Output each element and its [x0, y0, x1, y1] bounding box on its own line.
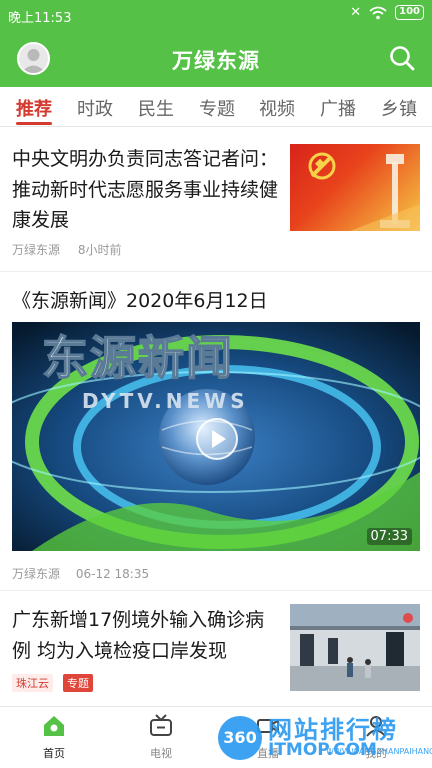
news-item[interactable]: 中央文明办负责同志答记者问：推动新时代志愿服务事业持续健康发展 万绿东源 8小时…	[0, 128, 432, 272]
tv-icon	[150, 714, 172, 736]
status-bar: 晚上11:53 ✕ 100	[0, 0, 432, 30]
tab-livelihood[interactable]: 民生	[138, 95, 174, 121]
category-tabs: 推荐 时政 民生 专题 视频 广播 乡镇	[0, 87, 432, 127]
active-tab-indicator	[16, 122, 52, 125]
nav-home[interactable]: 首页	[24, 713, 84, 761]
news-item-meta: 万绿东源 8小时前	[12, 241, 121, 258]
play-button[interactable]	[196, 418, 238, 460]
battery-indicator: 100	[395, 5, 424, 20]
tab-topics[interactable]: 专题	[199, 95, 235, 121]
status-icons: ✕ 100	[350, 5, 424, 20]
nav-tv-label: 电视	[150, 747, 172, 760]
watermark-url-text: WWW.WANGZHANPAIHANG	[326, 747, 432, 756]
news-item-time: 8小时前	[77, 243, 122, 257]
divider	[0, 590, 432, 591]
app-header: 万绿东源	[0, 30, 432, 87]
news-item-thumbnail[interactable]	[290, 144, 420, 231]
signal-off-icon: ✕	[350, 5, 362, 20]
news-item-title[interactable]: 广东新增17例境外输入确诊病例 均为入境检疫口岸发现	[12, 605, 278, 666]
tab-broadcast[interactable]: 广播	[320, 95, 356, 121]
video-overlay-subtitle: DYTV.NEWS	[82, 389, 249, 413]
watermark-badge: 360	[218, 716, 262, 760]
tab-video[interactable]: 视频	[259, 95, 295, 121]
watermark: 360 网站排行榜 ITMOP.COM WWW.WANGZHANPAIHANG	[218, 710, 432, 765]
video-item-title[interactable]: 《东源新闻》2020年6月12日	[12, 286, 268, 313]
tab-politics[interactable]: 时政	[77, 95, 113, 121]
news-feed[interactable]: 中央文明办负责同志答记者问：推动新时代志愿服务事业持续健康发展 万绿东源 8小时…	[0, 128, 432, 705]
video-overlay-title: 东源新闻	[42, 331, 234, 385]
news-item-thumbnail[interactable]	[290, 604, 420, 691]
home-icon	[44, 716, 64, 736]
nav-tv[interactable]: 电视	[131, 713, 191, 761]
video-item-source: 万绿东源	[12, 567, 61, 581]
status-time: 晚上11:53	[8, 11, 72, 26]
search-icon[interactable]	[388, 44, 416, 72]
airport-hall-image	[290, 604, 420, 691]
nav-home-label: 首页	[43, 747, 65, 760]
video-item-meta: 万绿东源 06-12 18:35	[12, 565, 149, 582]
news-item-tags: 珠江云 专题	[12, 674, 93, 692]
video-item-time: 06-12 18:35	[75, 567, 150, 581]
news-item-title[interactable]: 中央文明办负责同志答记者问：推动新时代志愿服务事业持续健康发展	[12, 144, 278, 236]
play-icon	[212, 430, 226, 448]
tab-recommend[interactable]: 推荐	[16, 95, 52, 121]
video-thumbnail[interactable]: 东源新闻 DYTV.NEWS 07:33	[12, 322, 420, 551]
tab-towns[interactable]: 乡镇	[381, 95, 417, 121]
source-tag: 珠江云	[12, 674, 53, 692]
video-duration: 07:33	[366, 528, 412, 545]
party-flag-image	[308, 152, 420, 231]
topic-tag: 专题	[63, 674, 93, 692]
app-title: 万绿东源	[172, 49, 260, 73]
news-item-source: 万绿东源	[12, 243, 61, 257]
wifi-icon	[369, 6, 387, 19]
